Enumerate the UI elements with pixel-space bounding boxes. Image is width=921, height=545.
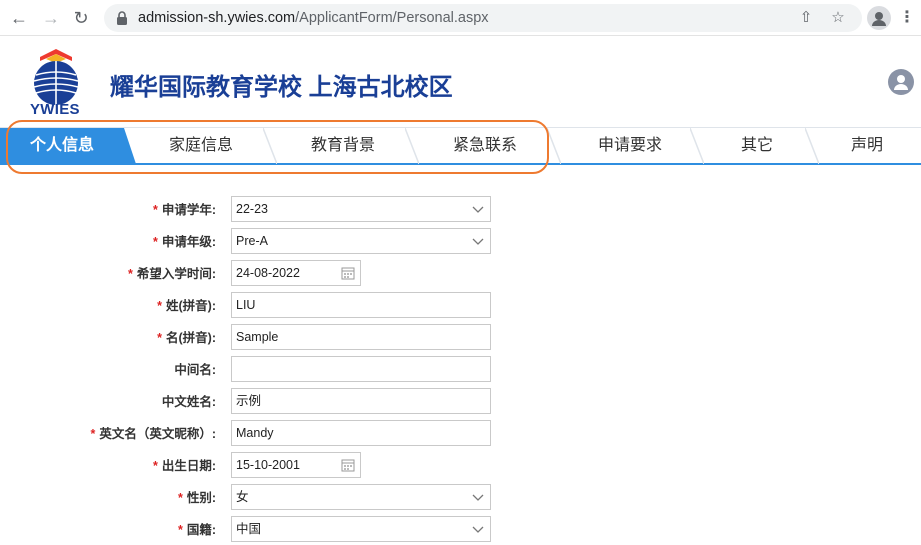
field-label: * 出生日期: — [152, 459, 216, 473]
application-grade-select[interactable]: Pre-A — [231, 228, 491, 254]
page-title: 耀华国际教育学校 上海古北校区 — [110, 74, 453, 101]
field-label: * 希望入学时间: — [127, 267, 216, 281]
logo-text: YWIES — [30, 101, 80, 118]
application-year-select[interactable]: 22-23 — [231, 196, 491, 222]
field-label: 中间名: — [174, 363, 216, 377]
chevron-down-icon — [472, 526, 484, 533]
field-label: * 英文名（英文昵称）: — [90, 427, 216, 441]
profile-icon[interactable] — [867, 6, 891, 30]
form-row-english-name: * 英文名（英文昵称）: Mandy — [0, 420, 921, 448]
form-row-given-name: * 名(拼音): Sample — [0, 324, 921, 352]
birth-date-input[interactable]: 15-10-2001 — [231, 452, 361, 478]
user-avatar[interactable] — [888, 69, 914, 95]
form-row-chinese-name: 中文姓名: 示例 — [0, 388, 921, 416]
middle-name-input[interactable] — [231, 356, 491, 382]
calendar-icon[interactable] — [341, 266, 355, 280]
chevron-down-icon — [472, 494, 484, 501]
url-text: admission-sh.ywies.com/ApplicantForm/Per… — [138, 10, 489, 26]
field-label: * 国籍: — [177, 523, 216, 537]
back-arrow-icon[interactable]: ← — [8, 7, 30, 29]
english-name-input[interactable]: Mandy — [231, 420, 491, 446]
form-row-gender: * 性别: 女 — [0, 484, 921, 512]
chevron-down-icon — [472, 238, 484, 245]
field-label: 中文姓名: — [161, 395, 216, 409]
tab-application-requirements[interactable]: 申请要求 — [563, 128, 697, 164]
surname-input[interactable]: LIU — [231, 292, 491, 318]
gender-select[interactable]: 女 — [231, 484, 491, 510]
field-label: * 申请学年: — [152, 203, 216, 217]
entry-date-input[interactable]: 24-08-2022 — [231, 260, 361, 286]
chevron-down-icon — [472, 206, 484, 213]
form-row-application-grade: * 申请年级: Pre-A — [0, 228, 921, 256]
nationality-select[interactable]: 中国 — [231, 516, 491, 542]
browser-menu-icon[interactable]: ⋮ — [899, 8, 915, 28]
field-label: * 性别: — [177, 491, 216, 505]
calendar-icon[interactable] — [341, 458, 355, 472]
field-label: * 申请年级: — [152, 235, 216, 249]
forward-arrow-icon[interactable]: → — [40, 7, 62, 29]
address-bar[interactable]: admission-sh.ywies.com/ApplicantForm/Per… — [104, 4, 862, 32]
given-name-input[interactable]: Sample — [231, 324, 491, 350]
lock-icon — [117, 11, 127, 25]
browser-toolbar: ← → ↻ admission-sh.ywies.com/ApplicantFo… — [0, 0, 921, 36]
form-row-application-year: * 申请学年: 22-23 — [0, 196, 921, 224]
field-label: * 姓(拼音): — [157, 299, 216, 313]
share-icon[interactable]: ⇧ — [798, 10, 814, 26]
reload-icon[interactable]: ↻ — [70, 7, 92, 29]
form-row-birth-date: * 出生日期: 15-10-2001 — [0, 452, 921, 480]
form-row-surname: * 姓(拼音): LIU — [0, 292, 921, 320]
site-header: YWIES 耀华国际教育学校 上海古北校区 — [0, 37, 921, 125]
form-row-middle-name: 中间名: — [0, 356, 921, 384]
chinese-name-input[interactable]: 示例 — [231, 388, 491, 414]
form-row-entry-date: * 希望入学时间: 24-08-2022 — [0, 260, 921, 288]
tab-other[interactable]: 其它 — [705, 128, 809, 164]
tab-declaration[interactable]: 声明 — [820, 128, 914, 164]
tab-highlight-annotation — [6, 120, 549, 174]
form-row-nationality: * 国籍: 中国 — [0, 516, 921, 544]
field-label: * 名(拼音): — [157, 331, 216, 345]
bookmark-star-icon[interactable]: ☆ — [830, 10, 846, 26]
